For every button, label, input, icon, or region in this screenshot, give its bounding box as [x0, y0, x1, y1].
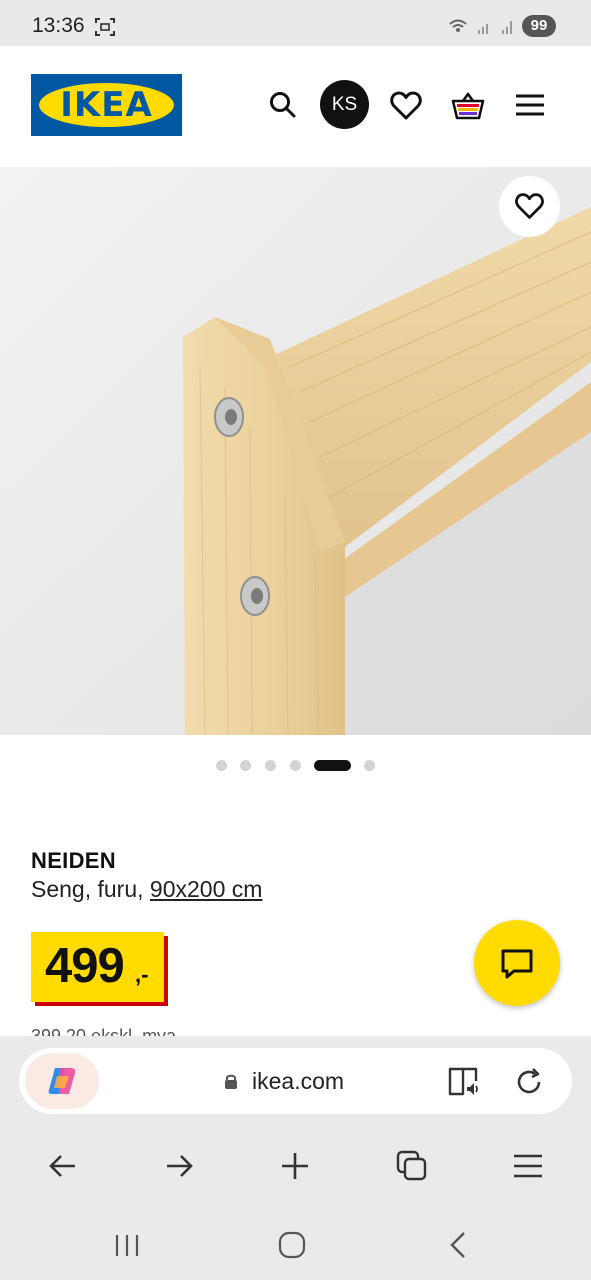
basket-icon[interactable] [451, 89, 485, 123]
image-carousel-dots [0, 758, 591, 774]
heart-icon[interactable] [389, 89, 423, 123]
system-back-icon[interactable] [440, 1228, 474, 1262]
recent-apps-icon[interactable] [110, 1228, 144, 1262]
carousel-dot-active[interactable] [314, 760, 351, 771]
chat-button[interactable] [474, 920, 560, 1006]
signal-icon [449, 19, 512, 34]
home-icon[interactable] [275, 1228, 309, 1262]
lock-icon [225, 1074, 237, 1089]
add-to-favourites-button[interactable] [499, 176, 560, 237]
tabs-icon[interactable] [395, 1149, 429, 1183]
carousel-dot[interactable] [216, 760, 227, 771]
carousel-dot[interactable] [364, 760, 375, 771]
reload-icon[interactable] [512, 1065, 546, 1099]
carousel-dot[interactable] [265, 760, 276, 771]
carousel-dot[interactable] [290, 760, 301, 771]
menu-icon[interactable] [513, 89, 547, 123]
copilot-button[interactable] [25, 1053, 99, 1109]
forward-icon[interactable] [162, 1149, 196, 1183]
heart-icon [515, 193, 544, 219]
product-image[interactable] [0, 167, 591, 735]
ikea-logo[interactable]: IKEA [31, 74, 182, 136]
product-description: Seng, furu, 90x200 cm [31, 876, 262, 903]
new-tab-icon[interactable] [278, 1149, 312, 1183]
status-bar: 13:36 99 [0, 0, 591, 46]
product-size-link[interactable]: 90x200 cm [150, 876, 263, 902]
search-icon[interactable] [266, 88, 300, 122]
account-avatar[interactable]: KS [320, 80, 369, 129]
carousel-dot[interactable] [240, 760, 251, 771]
price-excl-vat: 399,20 ekskl. mva [31, 1026, 177, 1036]
product-type: Seng, furu, [31, 876, 150, 902]
price-suffix: ,- [135, 962, 149, 987]
logo-text: IKEA [60, 85, 153, 125]
battery-indicator: 99 [522, 15, 556, 37]
product-name: NEIDEN [31, 848, 116, 873]
reader-mode-icon[interactable] [447, 1065, 481, 1099]
status-time: 13:36 [32, 14, 85, 37]
browser-menu-icon[interactable] [511, 1149, 545, 1183]
screenshot-icon [95, 18, 115, 36]
site-header: IKEA KS [0, 46, 591, 168]
back-icon[interactable] [46, 1149, 80, 1183]
copilot-icon [48, 1068, 76, 1094]
price-tag: 499 ,- [31, 932, 164, 1002]
chat-icon [501, 949, 533, 979]
price-value: 499 [45, 939, 125, 993]
url-text[interactable]: ikea.com [252, 1068, 344, 1095]
bed-frame-photo [0, 167, 591, 735]
